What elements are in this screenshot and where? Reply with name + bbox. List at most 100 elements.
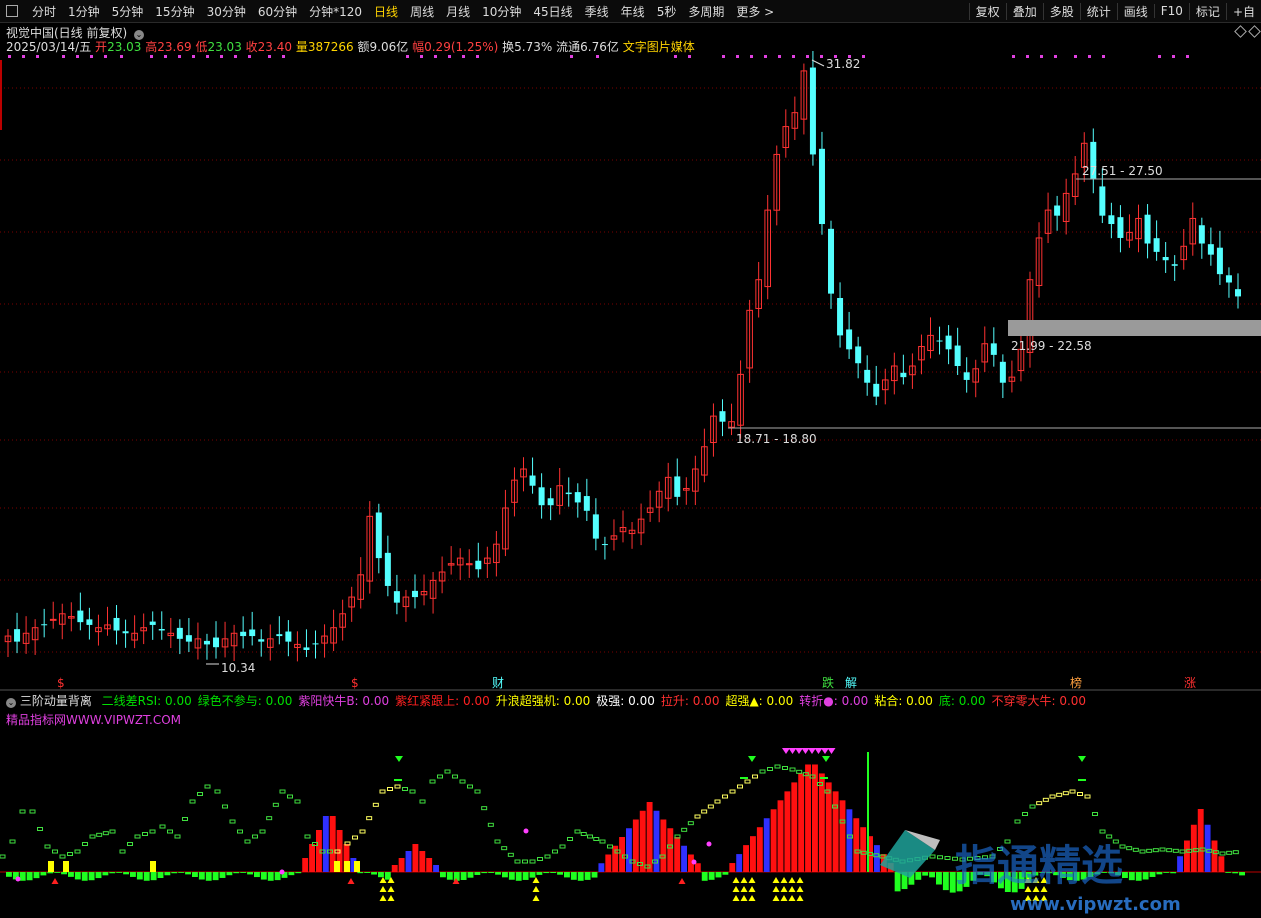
signal-dot [778,55,781,58]
candle-body [1153,238,1160,252]
dash [1078,779,1086,781]
candle-body [240,631,247,637]
wave-point [244,839,251,844]
indicator-name[interactable]: 三阶动量背离 [20,694,92,708]
peak-label: 31.82 [826,57,860,71]
wave-point [1099,829,1106,834]
candle-body [818,148,825,225]
indicator-param: 紫阳快牛B: 0.00 [298,694,390,708]
histogram-bar-neg [1225,872,1232,873]
wave-point [252,834,258,839]
histogram-bar [736,854,743,872]
signal-dot [178,55,181,58]
red-up-triangle [51,878,59,884]
dash [394,779,402,781]
magenta-down-triangle [801,748,810,754]
wave-point [266,816,273,821]
wave-point [467,784,473,789]
candle-body [122,631,129,634]
zone2-label: 21.99 - 22.58 [1011,339,1092,353]
histogram-bar-neg [102,872,109,876]
histogram-bar-neg [274,872,281,881]
signal-dot [448,55,451,58]
yellow-bar [150,861,156,872]
wave-point [119,849,126,854]
histogram-bar-neg [384,872,391,880]
event-marker-5: 榜 [1070,675,1082,690]
histogram-bar-neg [233,872,240,874]
histogram-bar-neg [123,872,129,875]
signal-dot [150,55,153,58]
yellow-up-triangle [732,877,740,883]
histogram-bar [846,809,853,872]
magenta-down-triangle [821,748,829,754]
wave-point [294,799,301,804]
histogram-bar [1211,840,1218,872]
wave-point [722,794,728,799]
indicator-param: 二线差RSI: 0.00 [101,694,192,708]
histogram-bar-neg [33,872,40,879]
histogram-bar [743,845,749,872]
wave-point [559,844,566,849]
candle-body [809,67,816,155]
signal-dot [420,55,423,58]
histogram-bar [426,858,433,872]
yellow-up-triangle [387,895,395,901]
histogram-bar-neg [577,872,584,881]
signal-dot [1172,55,1175,58]
wave-point [1084,794,1091,799]
wave-point [142,832,148,836]
wave-point [189,799,196,804]
histogram-bar [412,844,419,872]
indicator-param: 粘合: 0.00 [874,694,933,708]
histogram-bar-neg [701,872,708,881]
wave-point [759,769,766,774]
event-marker-6: 涨 [1184,675,1196,690]
signal-dot [792,55,795,58]
histogram-bar-neg [529,872,536,878]
candle-body [185,635,192,642]
turn-dot [691,859,697,865]
wave-point [74,849,81,854]
yellow-up-triangle [379,886,387,892]
event-markers: $ $ 财 跌解 榜 涨 [57,675,1196,690]
histogram-bar [598,863,605,872]
histogram-bar [309,844,315,872]
histogram-bar [302,858,309,872]
wave-point [574,829,581,834]
wave-point [159,824,166,829]
wave-point [429,779,436,784]
signal-dot [688,55,691,58]
wave-point [1166,848,1173,853]
wave-point [529,859,536,864]
wave-point [929,854,936,859]
wave-point [44,844,51,849]
wave-point [1042,797,1049,802]
candle-body [846,329,853,350]
histogram-bar-neg [1163,872,1170,873]
kline-chart[interactable]: 31.82 10.34 27.51 - 27.50 21.99 - 22.58 … [0,0,1261,918]
histogram-bar-neg [157,872,164,879]
candle-body [601,544,608,546]
candle-body [936,340,943,342]
histogram-bar-neg [467,872,474,878]
histogram-bar-neg [54,872,61,873]
candle-body [1235,289,1241,297]
indicator-param: 拉升: 0.00 [660,694,720,708]
candle-body [1099,186,1106,216]
histogram-bar-neg [1149,872,1156,877]
wave-point [514,859,521,864]
candle-body [276,634,283,637]
chevron-down-icon[interactable]: ⌄ [6,698,16,708]
wave-point [694,814,701,819]
histogram-bar-neg [40,872,47,876]
wave-point [537,857,543,861]
wave-point [1022,812,1028,816]
wave-point [19,809,26,814]
histogram-bar-neg [178,872,185,873]
turn-dot [706,841,712,847]
histogram-bar-neg [260,872,267,880]
signal-dot [1158,55,1161,58]
wave-point [29,809,36,814]
wave-point [1226,850,1233,855]
